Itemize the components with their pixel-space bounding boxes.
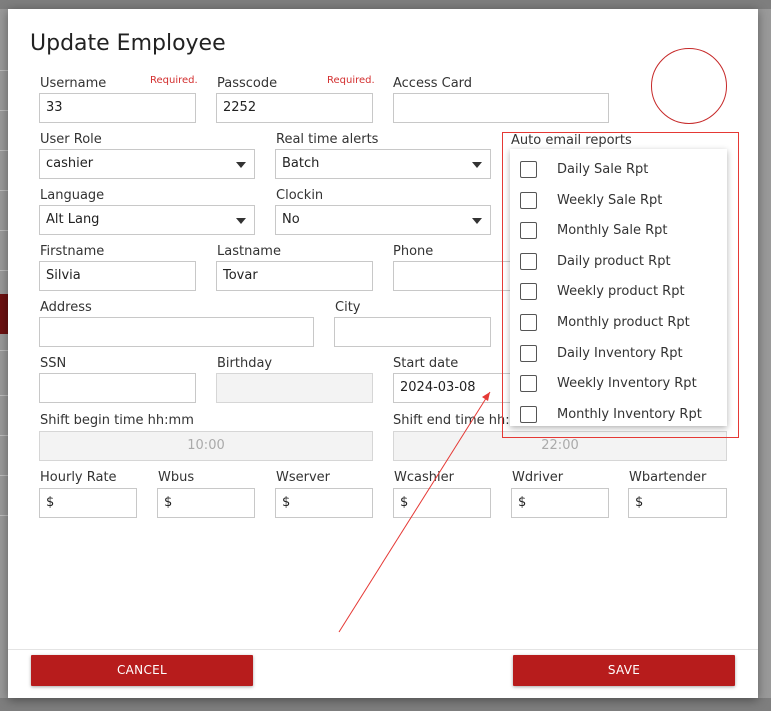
hourly-rate-input[interactable]: $: [39, 488, 137, 518]
wserver-input[interactable]: $: [275, 488, 373, 518]
background-menu-divider: [0, 395, 8, 396]
wcashier-label: Wcashier: [394, 470, 454, 485]
wbus-label: Wbus: [158, 470, 195, 485]
firstname-label: Firstname: [40, 244, 105, 259]
language-value: Alt Lang: [46, 212, 100, 227]
realtime-alerts-label: Real time alerts: [276, 132, 379, 147]
access-card-label: Access Card: [393, 76, 473, 91]
user-role-select[interactable]: cashier: [39, 149, 255, 179]
background-menu-divider: [0, 110, 8, 111]
username-input[interactable]: 33: [39, 93, 196, 123]
passcode-label: Passcode: [217, 76, 278, 91]
background-menu-divider: [0, 270, 8, 271]
clockin-value: No: [282, 212, 300, 227]
realtime-alerts-value: Batch: [282, 156, 320, 171]
ssn-label: SSN: [40, 356, 67, 371]
access-card-input[interactable]: [393, 93, 609, 123]
birthday-label: Birthday: [217, 356, 273, 371]
language-select[interactable]: Alt Lang: [39, 205, 255, 235]
caret-down-icon: [236, 218, 246, 224]
lastname-label: Lastname: [217, 244, 281, 259]
clockin-select[interactable]: No: [275, 205, 491, 235]
save-button[interactable]: SAVE: [513, 655, 735, 686]
lastname-input[interactable]: Tovar: [216, 261, 373, 291]
background-menu-divider: [0, 70, 8, 71]
background-menu-divider: [0, 190, 8, 191]
employee-avatar[interactable]: [651, 48, 727, 124]
realtime-alerts-select[interactable]: Batch: [275, 149, 491, 179]
user-role-value: cashier: [46, 156, 94, 171]
caret-down-icon: [472, 218, 482, 224]
wserver-label: Wserver: [276, 470, 331, 485]
start-date-label: Start date: [393, 356, 459, 371]
user-role-label: User Role: [40, 132, 102, 147]
caret-down-icon: [236, 162, 246, 168]
username-label: Username: [40, 76, 107, 91]
background-menu-divider: [0, 515, 8, 516]
background-menu-divider: [0, 150, 8, 151]
background-bottom-bar: [0, 698, 771, 711]
city-label: City: [335, 300, 361, 315]
footer-divider: [8, 649, 758, 650]
phone-label: Phone: [393, 244, 434, 259]
wbartender-label: Wbartender: [629, 470, 707, 485]
language-label: Language: [40, 188, 105, 203]
wbus-input[interactable]: $: [157, 488, 255, 518]
birthday-input[interactable]: [216, 373, 373, 403]
background-menu-divider: [0, 350, 8, 351]
update-employee-dialog: Update Employee Username Required. 33 Pa…: [8, 9, 758, 698]
annotation-highlight-box: [502, 132, 739, 438]
caret-down-icon: [472, 162, 482, 168]
passcode-required: Required.: [327, 75, 375, 86]
ssn-input[interactable]: [39, 373, 196, 403]
clockin-label: Clockin: [276, 188, 324, 203]
dialog-title: Update Employee: [30, 31, 226, 56]
background-menu-divider: [0, 435, 8, 436]
background-active-menu-item: [0, 294, 8, 334]
address-label: Address: [40, 300, 92, 315]
background-menu-divider: [0, 475, 8, 476]
wbartender-input[interactable]: $: [628, 488, 727, 518]
wcashier-input[interactable]: $: [393, 488, 491, 518]
firstname-input[interactable]: Silvia: [39, 261, 196, 291]
wdriver-label: Wdriver: [512, 470, 564, 485]
wdriver-input[interactable]: $: [511, 488, 609, 518]
address-input[interactable]: [39, 317, 314, 347]
background-menu-divider: [0, 230, 8, 231]
shift-begin-label: Shift begin time hh:mm: [40, 413, 194, 428]
passcode-input[interactable]: 2252: [216, 93, 373, 123]
hourly-rate-label: Hourly Rate: [40, 470, 117, 485]
background-top-bar: [0, 0, 771, 9]
city-input[interactable]: [334, 317, 491, 347]
username-required: Required.: [150, 75, 198, 86]
cancel-button[interactable]: CANCEL: [31, 655, 253, 686]
shift-begin-input[interactable]: 10:00: [39, 431, 373, 461]
